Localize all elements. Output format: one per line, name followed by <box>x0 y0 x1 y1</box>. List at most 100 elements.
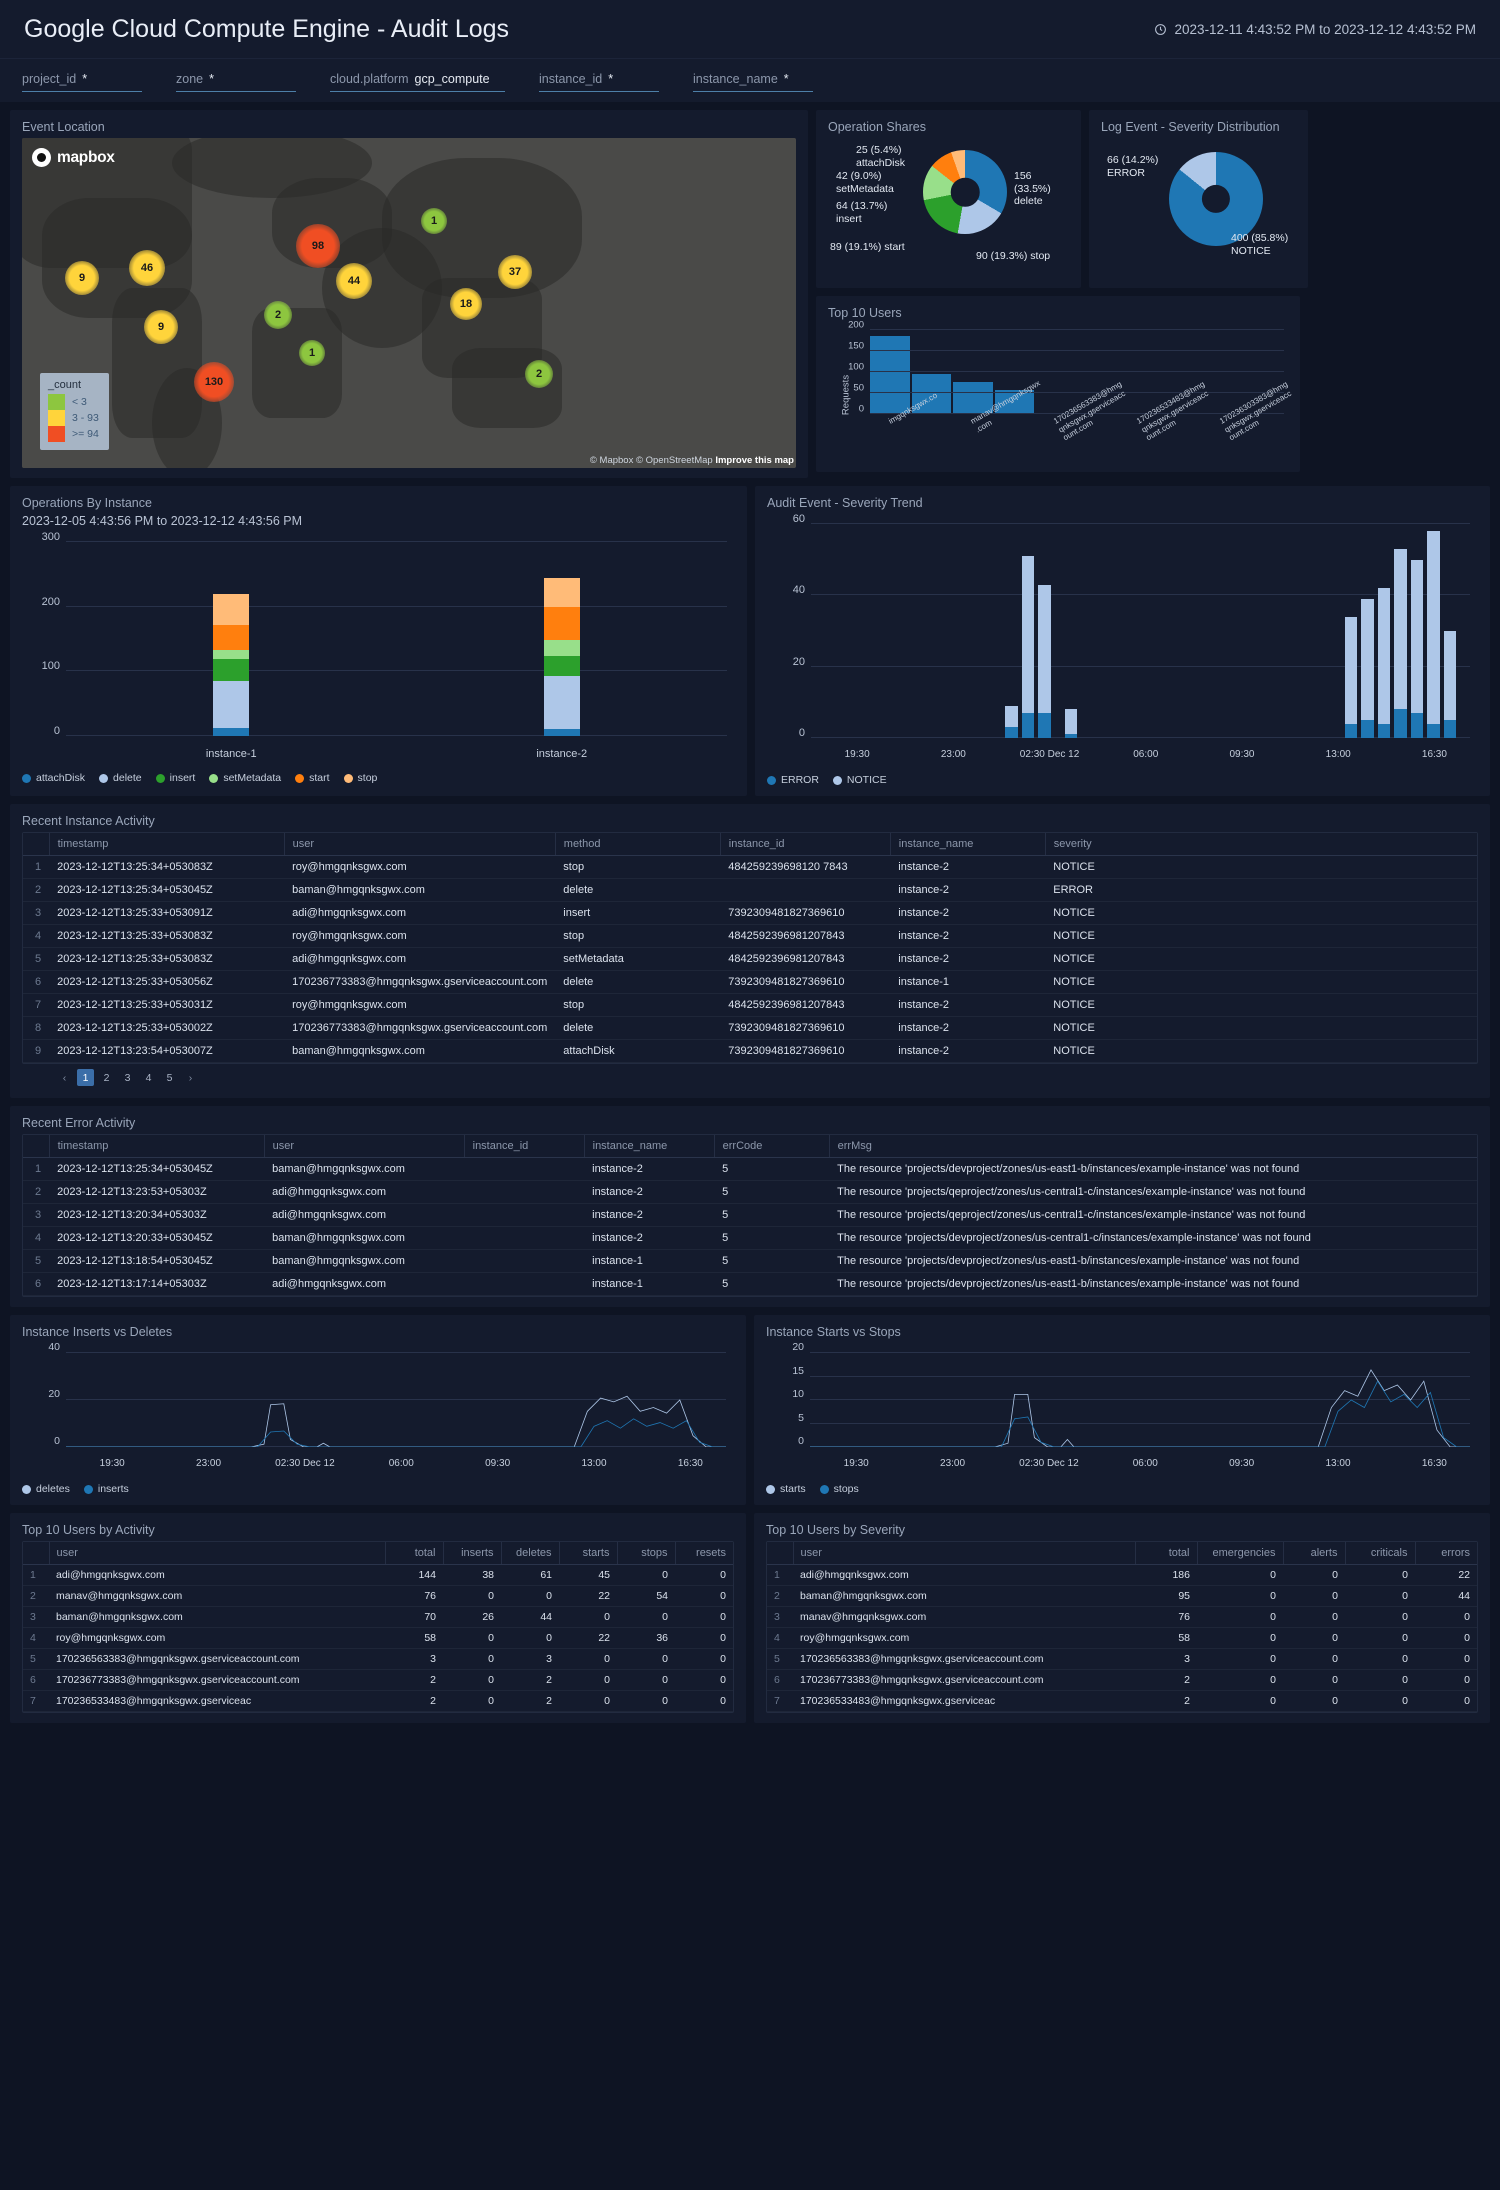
legend-item-starts[interactable]: starts <box>766 1483 806 1495</box>
table-row[interactable]: 9 2023-12-12T13:23:54+053007Z baman@hmgqnk… <box>23 1040 1477 1063</box>
stacked-bar[interactable] <box>1022 556 1035 738</box>
stacked-bar[interactable] <box>1065 709 1078 738</box>
column-header[interactable]: total <box>1135 1542 1197 1565</box>
column-header[interactable] <box>23 1135 49 1158</box>
legend-item-setMetadata[interactable]: setMetadata <box>209 772 281 784</box>
table-row[interactable]: 1 adi@hmgqnksgwx.com 144 38 61 45 0 0 <box>23 1565 733 1586</box>
column-header[interactable]: severity <box>1045 833 1477 856</box>
legend-item-ERROR[interactable]: ERROR <box>767 774 819 786</box>
table-row[interactable]: 3 manav@hmgqnksgwx.com 76 0 0 0 0 <box>767 1607 1477 1628</box>
column-header[interactable]: starts <box>559 1542 617 1565</box>
legend-item-delete[interactable]: delete <box>99 772 142 784</box>
legend-item-start[interactable]: start <box>295 772 329 784</box>
table-row[interactable]: 7 170236533483@hmgqnksgwx.gserviceac 2 0 2 0 0… <box>23 1691 733 1712</box>
stacked-bar[interactable] <box>1444 631 1457 738</box>
column-header[interactable]: alerts <box>1283 1542 1345 1565</box>
column-header[interactable]: criticals <box>1345 1542 1415 1565</box>
stacked-bar[interactable] <box>1411 560 1424 738</box>
map-attribution[interactable]: © Mapbox © OpenStreetMap Improve this ma… <box>590 455 794 466</box>
column-header[interactable]: user <box>264 1135 464 1158</box>
stacked-bar[interactable] <box>1378 588 1391 738</box>
table-row[interactable]: 2 2023-12-12T13:25:34+053045Z baman@hmgqnk… <box>23 879 1477 902</box>
pagination-page-2[interactable]: 2 <box>98 1069 115 1086</box>
stacked-bar[interactable] <box>1005 706 1018 738</box>
stacked-bar[interactable] <box>1427 531 1440 738</box>
column-header[interactable] <box>23 833 49 856</box>
map-heat-point[interactable]: 37 <box>498 255 532 289</box>
legend-item-insert[interactable]: insert <box>156 772 196 784</box>
column-header[interactable] <box>23 1542 49 1565</box>
filter-instance-name[interactable]: instance_name * <box>693 70 813 92</box>
table-row[interactable]: 6 2023-12-12T13:17:14+05303Z adi@hmgqnksgw… <box>23 1273 1477 1296</box>
table-row[interactable]: 4 roy@hmgqnksgwx.com 58 0 0 0 0 <box>767 1628 1477 1649</box>
bar[interactable] <box>870 336 910 414</box>
map-heat-point[interactable]: 46 <box>129 250 165 286</box>
column-header[interactable]: errCode <box>714 1135 829 1158</box>
improve-map-link[interactable]: Improve this map <box>715 455 794 466</box>
legend-item-stops[interactable]: stops <box>820 1483 859 1495</box>
pagination-page-1[interactable]: 1 <box>77 1069 94 1086</box>
table-row[interactable]: 3 2023-12-12T13:25:33+053091Z adi@hmgqnksg… <box>23 902 1477 925</box>
map-heat-point[interactable]: 98 <box>296 224 340 268</box>
column-header[interactable] <box>767 1542 793 1565</box>
stacked-bar[interactable] <box>1361 599 1374 738</box>
map-heat-point[interactable]: 130 <box>194 362 234 402</box>
table-row[interactable]: 5 170236563383@hmgqnksgwx.gserviceaccount… <box>23 1649 733 1670</box>
column-header[interactable]: stops <box>617 1542 675 1565</box>
pagination-page-5[interactable]: 5 <box>161 1069 178 1086</box>
table-row[interactable]: 1 2023-12-12T13:25:34+053083Z roy@hmgqnksg… <box>23 856 1477 879</box>
column-header[interactable]: total <box>385 1542 443 1565</box>
map-heat-point[interactable]: 1 <box>299 340 325 366</box>
filter-project-id[interactable]: project_id * <box>22 70 142 92</box>
table-row[interactable]: 3 2023-12-12T13:20:34+05303Z adi@hmgqnksgw… <box>23 1204 1477 1227</box>
map-heat-point[interactable]: 2 <box>525 360 553 388</box>
table-row[interactable]: 2 manav@hmgqnksgwx.com 76 0 0 22 54 0 <box>23 1586 733 1607</box>
map-heat-point[interactable]: 9 <box>144 310 178 344</box>
table-row[interactable]: 6 2023-12-12T13:25:33+053056Z 170236773383… <box>23 971 1477 994</box>
pagination-next[interactable]: › <box>182 1069 199 1086</box>
table-row[interactable]: 5 2023-12-12T13:25:33+053083Z adi@hmgqnksg… <box>23 948 1477 971</box>
chart-legend[interactable]: deletes inserts <box>22 1483 734 1495</box>
table-row[interactable]: 6 170236773383@hmgqnksgwx.gserviceaccount… <box>23 1670 733 1691</box>
column-header[interactable]: emergencies <box>1197 1542 1283 1565</box>
column-header[interactable]: timestamp <box>49 1135 264 1158</box>
table-row[interactable]: 7 2023-12-12T13:25:33+053031Z roy@hmgqnksg… <box>23 994 1477 1017</box>
table-row[interactable]: 4 roy@hmgqnksgwx.com 58 0 0 22 36 0 <box>23 1628 733 1649</box>
chart-legend[interactable]: attachDisk delete insert setMetadata start st… <box>22 772 735 784</box>
map-heat-point[interactable]: 44 <box>336 263 372 299</box>
table-row[interactable]: 5 170236563383@hmgqnksgwx.gserviceaccount… <box>767 1649 1477 1670</box>
stacked-bar[interactable] <box>1038 585 1051 738</box>
column-header[interactable]: errMsg <box>829 1135 1477 1158</box>
column-header[interactable]: user <box>49 1542 385 1565</box>
legend-item-deletes[interactable]: deletes <box>22 1483 70 1495</box>
legend-item-attachDisk[interactable]: attachDisk <box>22 772 85 784</box>
pagination-page-4[interactable]: 4 <box>140 1069 157 1086</box>
column-header[interactable]: user <box>284 833 555 856</box>
table-row[interactable]: 4 2023-12-12T13:25:33+053083Z roy@hmgqnksg… <box>23 925 1477 948</box>
table-row[interactable]: 7 170236533483@hmgqnksgwx.gserviceac 2 0 0 0 0 <box>767 1691 1477 1712</box>
column-header[interactable]: deletes <box>501 1542 559 1565</box>
table-row[interactable]: 1 2023-12-12T13:25:34+053045Z baman@hmgqnk… <box>23 1158 1477 1181</box>
stacked-bar[interactable] <box>213 594 249 736</box>
table-pagination[interactable]: ‹ 1 2 3 4 5 › <box>22 1064 1478 1088</box>
table-row[interactable]: 3 baman@hmgqnksgwx.com 70 26 44 0 0 0 <box>23 1607 733 1628</box>
legend-item-NOTICE[interactable]: NOTICE <box>833 774 887 786</box>
column-header[interactable]: timestamp <box>49 833 284 856</box>
time-range-picker[interactable]: 2023-12-11 4:43:52 PM to 2023-12-12 4:43… <box>1154 22 1476 37</box>
chart-legend[interactable]: ERROR NOTICE <box>767 774 1478 786</box>
column-header[interactable]: instance_name <box>890 833 1045 856</box>
pagination-prev[interactable]: ‹ <box>56 1069 73 1086</box>
table-row[interactable]: 4 2023-12-12T13:20:33+053045Z baman@hmgqnk… <box>23 1227 1477 1250</box>
filter-cloud-platform[interactable]: cloud.platform gcp_compute <box>330 70 505 92</box>
legend-item-inserts[interactable]: inserts <box>84 1483 129 1495</box>
legend-item-stop[interactable]: stop <box>344 772 378 784</box>
pagination-page-3[interactable]: 3 <box>119 1069 136 1086</box>
column-header[interactable]: instance_id <box>464 1135 584 1158</box>
stacked-bar[interactable] <box>1345 617 1358 738</box>
chart-legend[interactable]: starts stops <box>766 1483 1478 1495</box>
column-header[interactable]: inserts <box>443 1542 501 1565</box>
table-row[interactable]: 2 baman@hmgqnksgwx.com 95 0 0 0 44 <box>767 1586 1477 1607</box>
column-header[interactable]: method <box>555 833 720 856</box>
table-row[interactable]: 8 2023-12-12T13:25:33+053002Z 170236773383… <box>23 1017 1477 1040</box>
column-header[interactable]: instance_id <box>720 833 890 856</box>
